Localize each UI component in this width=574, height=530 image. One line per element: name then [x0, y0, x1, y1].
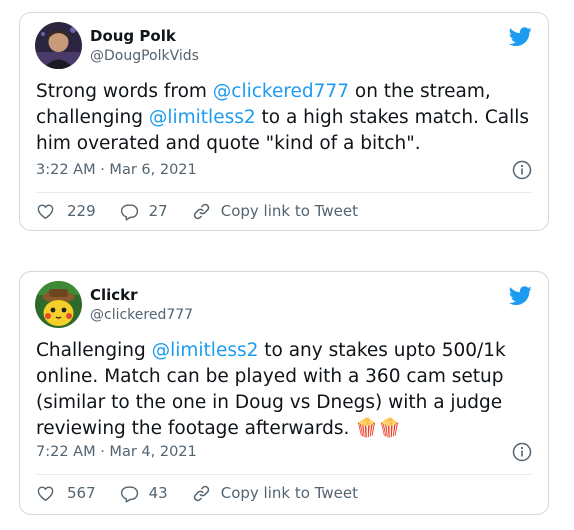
tweet-text-part: Strong words from	[36, 81, 213, 102]
tweet-actions: 229 27 Copy link to Tweet	[36, 199, 532, 223]
tweet-timestamp[interactable]: 7:22 AM · Mar 4, 2021	[36, 444, 197, 460]
popcorn-emoji: 🍿🍿	[355, 418, 402, 439]
copy-link-button[interactable]: Copy link to Tweet	[192, 202, 358, 221]
mention-link[interactable]: @limitless2	[149, 107, 256, 128]
link-icon	[193, 203, 209, 219]
mention-link[interactable]: @limitless2	[152, 340, 259, 361]
tweet-timestamp[interactable]: 3:22 AM · Mar 6, 2021	[36, 162, 197, 178]
like-count: 567	[67, 484, 96, 502]
copy-link-label: Copy link to Tweet	[220, 202, 358, 220]
avatar[interactable]	[35, 281, 82, 328]
twitter-bird-icon[interactable]	[508, 25, 532, 49]
reply-icon	[120, 203, 138, 221]
display-name[interactable]: Doug Polk	[90, 27, 176, 45]
like-count: 229	[67, 202, 96, 220]
tweet-text-part: Challenging	[36, 340, 152, 361]
tweet-card[interactable]: Clickr @clickered777 Challenging @limitl…	[19, 271, 549, 515]
tweet-text: Strong words from @clickered777 on the s…	[36, 79, 534, 157]
user-handle[interactable]: @clickered777	[90, 307, 193, 323]
reply-icon	[120, 485, 138, 503]
reply-count: 27	[148, 202, 168, 220]
divider	[36, 192, 532, 193]
heart-icon	[37, 485, 54, 501]
like-button[interactable]: 567	[36, 484, 96, 503]
link-icon	[193, 485, 209, 501]
reply-button[interactable]: 43	[120, 484, 168, 503]
display-name[interactable]: Clickr	[90, 286, 138, 304]
copy-link-label: Copy link to Tweet	[220, 484, 358, 502]
divider	[36, 474, 532, 475]
like-button[interactable]: 229	[36, 202, 96, 221]
copy-link-button[interactable]: Copy link to Tweet	[192, 484, 358, 503]
twitter-bird-icon[interactable]	[508, 284, 532, 308]
tweet-card[interactable]: Doug Polk @DougPolkVids Strong words fro…	[19, 12, 549, 231]
reply-button[interactable]: 27	[120, 202, 168, 221]
tweet-actions: 567 43 Copy link to Tweet	[36, 481, 532, 505]
avatar[interactable]	[35, 22, 82, 69]
mention-link[interactable]: @clickered777	[213, 81, 349, 102]
info-icon[interactable]	[512, 442, 532, 462]
reply-count: 43	[148, 484, 168, 502]
tweet-text: Challenging @limitless2 to any stakes up…	[36, 338, 534, 442]
info-icon[interactable]	[512, 160, 532, 180]
user-handle[interactable]: @DougPolkVids	[90, 48, 199, 64]
heart-icon	[37, 203, 54, 219]
